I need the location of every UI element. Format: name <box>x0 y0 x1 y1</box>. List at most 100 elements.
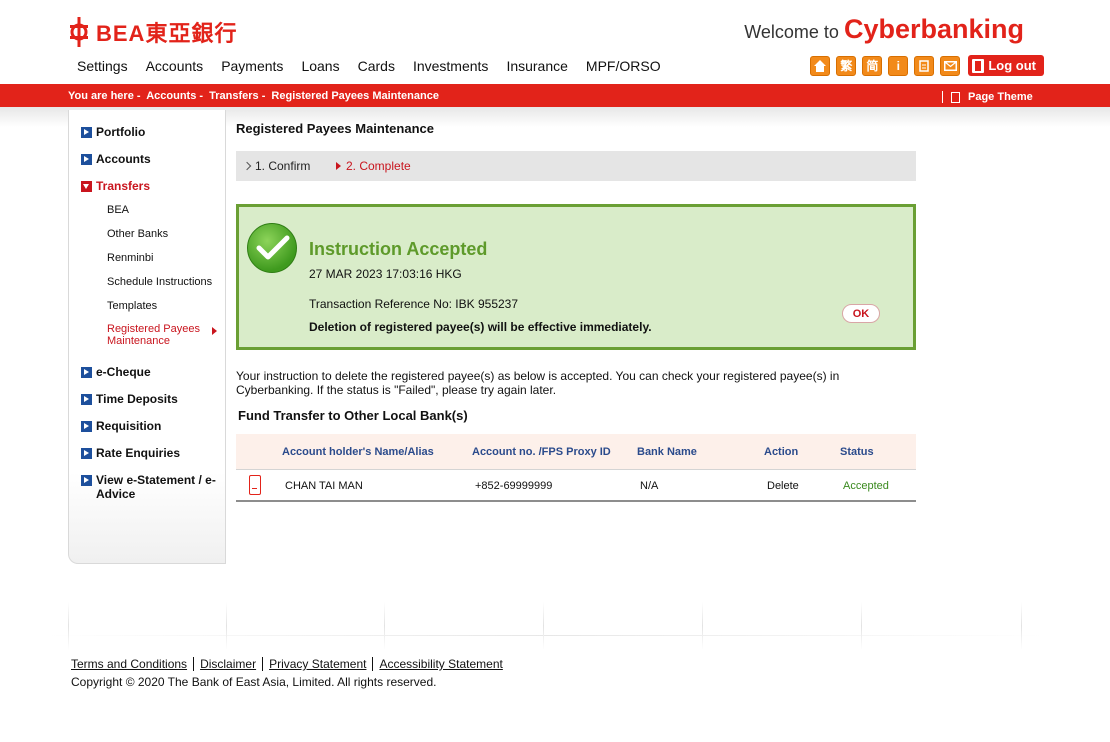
nav-accounts[interactable]: Accounts <box>137 57 213 75</box>
nav-mpf-orso[interactable]: MPF/ORSO <box>577 57 670 75</box>
payee-name: CHAN TAI MAN <box>285 480 363 492</box>
footer-vline <box>1021 602 1022 650</box>
cyberbanking-brand: Cyberbanking <box>843 14 1024 44</box>
sidebar-item-rate-enquiries[interactable]: Rate Enquiries <box>81 446 180 460</box>
payee-action: Delete <box>767 480 799 492</box>
payee-status: Accepted <box>843 480 889 492</box>
table-row: CHAN TAI MAN +852-69999999 N/A Delete Ac… <box>236 470 916 502</box>
arrow-right-icon <box>81 127 92 138</box>
step-confirm: 1. Confirm <box>242 159 311 173</box>
sidebar-subitem-bea[interactable]: BEA <box>107 204 129 216</box>
sidebar-subitem-renminbi[interactable]: Renminbi <box>107 252 153 264</box>
sidebar-item-label: Accounts <box>96 152 151 166</box>
sidebar-item-label: Rate Enquiries <box>96 446 181 460</box>
sidebar-subitem-schedule-instructions[interactable]: Schedule Instructions <box>107 276 212 288</box>
terms-link[interactable]: Terms and Conditions <box>71 657 187 671</box>
sidebar-item-time-deposits[interactable]: Time Deposits <box>81 392 178 406</box>
link-separator <box>262 657 264 671</box>
column-header-action: Action <box>764 446 799 458</box>
logo-text: BEA東亞銀行 <box>96 21 238 46</box>
transaction-reference: Transaction Reference No: IBK 955237 <box>309 297 519 311</box>
sidebar-item-e-statement[interactable]: View e-Statement / e-Advice <box>81 473 217 501</box>
column-header-bank: Bank Name <box>637 446 697 458</box>
logout-label: Log out <box>988 58 1036 73</box>
print-icon-shape <box>919 59 930 72</box>
simplified-chinese-button[interactable]: 简 <box>862 55 883 76</box>
page-theme-label: Page Theme <box>968 91 1033 103</box>
section-title: Fund Transfer to Other Local Bank(s) <box>238 408 468 423</box>
step-complete-label: 2. Complete <box>346 159 411 173</box>
logout-button[interactable]: Log out <box>968 55 1044 76</box>
active-arrow-icon <box>212 327 217 335</box>
sidebar-subitem-other-banks[interactable]: Other Banks <box>107 228 168 240</box>
nav-cards[interactable]: Cards <box>349 57 404 75</box>
sidebar-item-label: View e-Statement / e-Advice <box>96 473 216 501</box>
sidebar-item-transfers[interactable]: Transfers <box>81 179 150 193</box>
breadcrumb-accounts[interactable]: Accounts - <box>146 90 203 102</box>
instruction-description: Your instruction to delete the registere… <box>236 369 840 397</box>
footer-vline <box>68 602 69 650</box>
accessibility-link[interactable]: Accessibility Statement <box>379 657 502 671</box>
step-confirm-label: 1. Confirm <box>255 159 311 173</box>
home-icon[interactable] <box>810 55 831 76</box>
disclaimer-link[interactable]: Disclaimer <box>200 657 256 671</box>
breadcrumb-bar: You are here - Accounts - Transfers - Re… <box>0 84 1110 107</box>
mail-icon[interactable] <box>940 55 961 76</box>
payee-bank: N/A <box>640 480 659 492</box>
arrow-right-icon <box>81 367 92 378</box>
breadcrumb-transfers[interactable]: Transfers - <box>209 90 265 102</box>
arrow-right-icon <box>81 421 92 432</box>
nav-loans[interactable]: Loans <box>292 57 348 75</box>
checkmark-shape <box>256 235 290 260</box>
breadcrumb-current: Registered Payees Maintenance <box>271 90 439 102</box>
top-navigation: Settings Accounts Payments Loans Cards I… <box>68 57 670 75</box>
footer-vline <box>543 602 544 650</box>
sidebar-item-accounts[interactable]: Accounts <box>81 152 151 166</box>
nav-settings[interactable]: Settings <box>68 57 137 75</box>
arrow-right-icon <box>81 154 92 165</box>
column-header-account: Account no. /FPS Proxy ID <box>472 446 611 458</box>
sidebar-item-label: e-Cheque <box>96 365 151 379</box>
footer-vline <box>861 602 862 650</box>
footer-decoration <box>46 602 1046 650</box>
column-header-status: Status <box>840 446 874 458</box>
page-theme-control[interactable]: Page Theme <box>942 91 1033 103</box>
success-datetime: 27 MAR 2023 17:03:16 HKG <box>309 267 462 281</box>
sidebar-subitem-registered-payees[interactable]: Registered Payees Maintenance <box>107 323 207 347</box>
link-separator <box>193 657 195 671</box>
welcome-prefix: Welcome to <box>744 22 839 42</box>
bea-logo[interactable]: BEA東亞銀行 <box>68 16 237 48</box>
nav-insurance[interactable]: Insurance <box>497 57 576 75</box>
sidebar-item-portfolio[interactable]: Portfolio <box>81 125 145 139</box>
success-panel: Instruction Accepted 27 MAR 2023 17:03:1… <box>236 204 916 350</box>
nav-investments[interactable]: Investments <box>404 57 497 75</box>
print-icon[interactable] <box>914 55 935 76</box>
footer-vline <box>384 602 385 650</box>
sidebar-item-e-cheque[interactable]: e-Cheque <box>81 365 151 379</box>
payee-account: +852-69999999 <box>475 480 553 492</box>
sidebar-item-label: Transfers <box>96 179 151 193</box>
breadcrumb: You are here - Accounts - Transfers - Re… <box>68 90 442 102</box>
arrow-right-icon <box>81 475 92 486</box>
bea-logo-icon <box>70 17 88 47</box>
step-complete: 2. Complete <box>336 159 411 173</box>
sidebar-item-label: Portfolio <box>96 125 146 139</box>
header-tools: 繁 简 i Log out <box>810 55 1044 76</box>
nav-payments[interactable]: Payments <box>212 57 292 75</box>
theme-divider <box>942 91 943 103</box>
check-icon <box>247 223 297 273</box>
column-header-name: Account holder's Name/Alias <box>282 446 434 458</box>
ok-button[interactable]: OK <box>842 304 880 323</box>
arrow-right-icon <box>81 448 92 459</box>
mobile-phone-icon <box>249 475 261 495</box>
sidebar-subitem-templates[interactable]: Templates <box>107 300 157 312</box>
link-separator <box>372 657 374 671</box>
traditional-chinese-button[interactable]: 繁 <box>836 55 857 76</box>
footer-vline <box>226 602 227 650</box>
success-heading: Instruction Accepted <box>309 239 488 259</box>
privacy-link[interactable]: Privacy Statement <box>269 657 366 671</box>
sidebar-item-requisition[interactable]: Requisition <box>81 419 161 433</box>
sidebar: Portfolio Accounts Transfers BEA Other B… <box>68 110 226 564</box>
info-icon[interactable]: i <box>888 55 909 76</box>
logout-door-icon <box>972 58 985 73</box>
